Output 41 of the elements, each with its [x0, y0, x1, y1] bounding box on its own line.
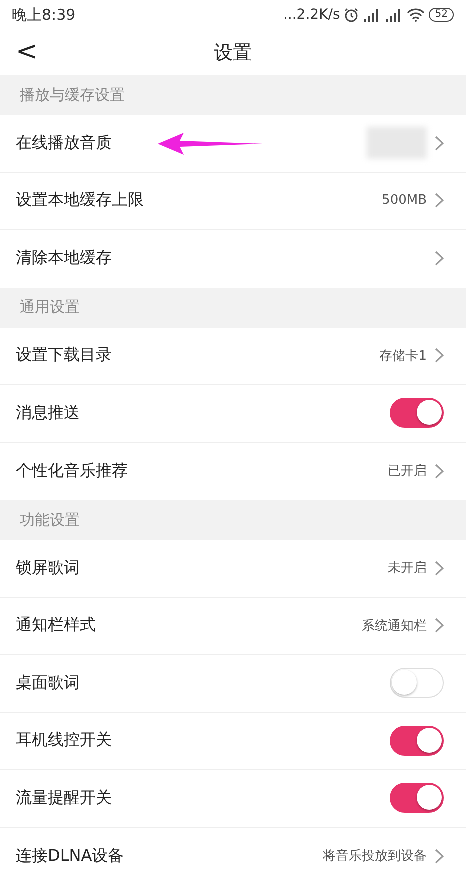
chevron-icon	[435, 136, 444, 151]
setting-value: 已开启	[388, 463, 427, 480]
setting-label[interactable]: 清除本地缓存	[16, 248, 435, 270]
chevron-icon	[435, 618, 444, 634]
toggle-switch[interactable]	[390, 726, 444, 756]
toggle-switch[interactable]	[390, 783, 444, 814]
setting-value: 存储卡1	[380, 348, 427, 365]
setting-label[interactable]: 设置本地缓存上限	[16, 190, 382, 212]
setting-label[interactable]: 流量提醒开关	[16, 788, 390, 809]
setting-label[interactable]: 在线播放音质	[16, 132, 367, 154]
signal-icon	[385, 8, 404, 22]
chevron-icon	[435, 193, 444, 208]
setting-label[interactable]: 通知栏样式	[16, 615, 362, 636]
setting-label[interactable]: 个性化音乐推荐	[16, 460, 388, 482]
setting-label[interactable]: 桌面歌词	[16, 672, 390, 694]
chevron-icon	[435, 251, 444, 266]
chevron-icon	[435, 560, 444, 576]
page-title: 设置	[214, 40, 252, 66]
setting-value: 将音乐投放到设备	[323, 848, 427, 866]
setting-label[interactable]: 连接DLNA设备	[16, 846, 323, 867]
status-time: 晚上8:39	[12, 6, 76, 24]
setting-value: 系统通知栏	[362, 618, 427, 635]
setting-label[interactable]: 锁屏歌词	[16, 558, 388, 579]
setting-label[interactable]: 耳机线控开关	[16, 730, 390, 752]
alarm-icon	[344, 8, 360, 22]
setting-label[interactable]: 消息推送	[16, 402, 390, 424]
signal-icon	[363, 8, 382, 22]
section-title: 播放与缓存设置	[20, 86, 125, 104]
setting-value: 未开启	[388, 560, 427, 578]
section-title: 通用设置	[20, 298, 80, 317]
setting-value: 500MB	[382, 193, 427, 208]
battery-level: 52	[429, 8, 454, 22]
back-button[interactable]: <	[12, 36, 42, 68]
setting-label[interactable]: 设置下载目录	[16, 345, 380, 366]
toggle-switch[interactable]	[390, 398, 444, 428]
chevron-icon	[435, 348, 444, 364]
section-title: 功能设置	[20, 510, 80, 530]
wifi-icon	[407, 8, 426, 22]
chevron-icon	[435, 464, 444, 479]
network-speed: ...2.2K/s	[283, 7, 340, 23]
chevron-icon	[435, 848, 444, 864]
